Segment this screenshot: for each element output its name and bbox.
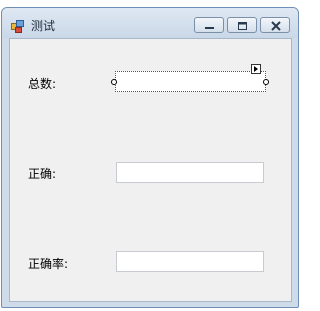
windows-form-icon [11, 18, 24, 33]
rate-input[interactable] [116, 251, 264, 272]
close-button[interactable] [260, 17, 290, 33]
close-icon [271, 21, 281, 31]
correct-input[interactable] [116, 162, 264, 183]
form-client-area: 总数: 正确: 正确率: [9, 38, 292, 302]
total-label: 总数: [28, 77, 57, 91]
form-window: 测试 总数: 正确: 正确率: [1, 7, 299, 308]
total-input[interactable] [115, 71, 266, 92]
title-bar[interactable]: 测试 [2, 8, 298, 38]
resize-handle-left[interactable] [111, 79, 117, 85]
minimize-button[interactable] [194, 17, 224, 33]
correct-label: 正确: [28, 167, 57, 181]
smart-tag-icon[interactable] [251, 64, 261, 74]
window-title: 测试 [31, 19, 56, 33]
resize-handle-right[interactable] [263, 79, 269, 85]
rate-label: 正确率: [28, 257, 69, 271]
minimize-icon [205, 27, 214, 29]
maximize-icon [238, 22, 247, 30]
maximize-button[interactable] [227, 17, 257, 33]
